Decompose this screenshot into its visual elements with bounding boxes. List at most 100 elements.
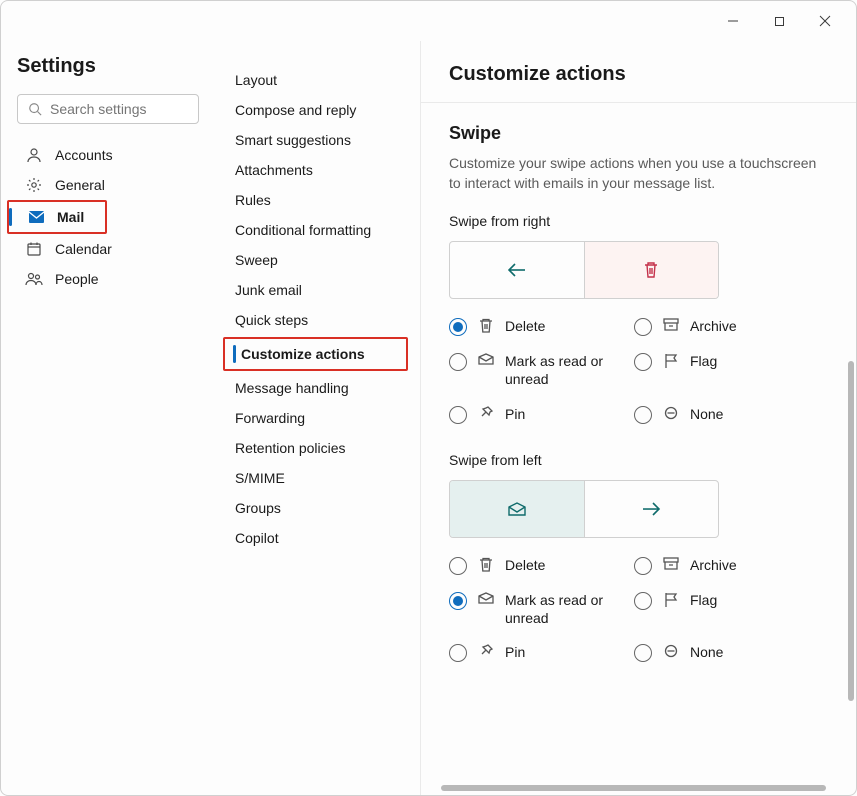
trash-icon xyxy=(477,318,495,334)
subnav-customize-actions[interactable]: Customize actions xyxy=(225,339,381,369)
subnav-layout[interactable]: Layout xyxy=(219,65,412,95)
none-icon xyxy=(662,644,680,658)
pin-icon xyxy=(477,644,495,658)
swipe-right-label: Swipe from right xyxy=(449,213,828,229)
person-icon xyxy=(25,147,43,163)
sidebar-item-accounts[interactable]: Accounts xyxy=(17,140,199,170)
subnav-retention-policies[interactable]: Retention policies xyxy=(219,433,412,463)
subnav-groups[interactable]: Groups xyxy=(219,493,412,523)
sidebar-item-people[interactable]: People xyxy=(17,264,199,294)
arrow-right-icon xyxy=(584,481,719,537)
swipe-right-preview xyxy=(449,241,719,299)
option-label: Pin xyxy=(505,643,525,661)
swipe-left-mark[interactable]: Mark as read or unread xyxy=(449,591,624,627)
swipe-left-archive[interactable]: Archive xyxy=(634,556,809,575)
option-label: Delete xyxy=(505,556,545,574)
arrow-left-icon xyxy=(450,242,584,298)
subnav-forwarding[interactable]: Forwarding xyxy=(219,403,412,433)
radio-icon xyxy=(449,644,467,662)
swipe-right-mark[interactable]: Mark as read or unread xyxy=(449,352,624,388)
main-panel: Customize actions Swipe Customize your s… xyxy=(421,41,856,795)
settings-sidebar: Settings Accounts General Mail xyxy=(1,41,211,795)
swipe-right-archive[interactable]: Archive xyxy=(634,317,809,336)
sidebar-item-calendar[interactable]: Calendar xyxy=(17,234,199,264)
sidebar-item-label: General xyxy=(55,177,105,193)
subnav-copilot[interactable]: Copilot xyxy=(219,523,412,553)
calendar-icon xyxy=(25,241,43,257)
envelope-preview-icon xyxy=(450,481,584,537)
sidebar-item-label: Accounts xyxy=(55,147,113,163)
pin-icon xyxy=(477,406,495,420)
radio-icon xyxy=(634,644,652,662)
option-label: Flag xyxy=(690,352,717,370)
swipe-heading: Swipe xyxy=(449,123,828,144)
subnav-conditional-formatting[interactable]: Conditional formatting xyxy=(219,215,412,245)
envelope-icon xyxy=(477,592,495,604)
archive-icon xyxy=(662,557,680,571)
window-maximize-button[interactable] xyxy=(756,5,802,37)
page-title: Customize actions xyxy=(421,41,856,103)
settings-title: Settings xyxy=(17,55,199,78)
flag-icon xyxy=(662,353,680,369)
swipe-left-label: Swipe from left xyxy=(449,452,828,468)
swipe-right-delete[interactable]: Delete xyxy=(449,317,624,336)
subnav-sweep[interactable]: Sweep xyxy=(219,245,412,275)
vertical-scrollbar[interactable] xyxy=(848,361,854,701)
radio-icon xyxy=(634,406,652,424)
subnav-smime[interactable]: S/MIME xyxy=(219,463,412,493)
delete-preview-icon xyxy=(584,242,719,298)
horizontal-scrollbar[interactable] xyxy=(441,785,826,791)
radio-icon xyxy=(449,406,467,424)
window-titlebar xyxy=(1,1,856,41)
subnav-compose-reply[interactable]: Compose and reply xyxy=(219,95,412,125)
subnav-rules[interactable]: Rules xyxy=(219,185,412,215)
radio-icon xyxy=(449,592,467,610)
gear-icon xyxy=(25,177,43,193)
swipe-description: Customize your swipe actions when you us… xyxy=(449,154,828,193)
flag-icon xyxy=(662,592,680,608)
sidebar-item-general[interactable]: General xyxy=(17,170,199,200)
option-label: Pin xyxy=(505,405,525,423)
subnav-attachments[interactable]: Attachments xyxy=(219,155,412,185)
radio-icon xyxy=(634,318,652,336)
radio-icon xyxy=(634,353,652,371)
radio-icon xyxy=(634,592,652,610)
subnav-quick-steps[interactable]: Quick steps xyxy=(219,305,412,335)
people-icon xyxy=(25,271,43,287)
search-settings-input[interactable] xyxy=(17,94,199,124)
option-label: Flag xyxy=(690,591,717,609)
option-label: Archive xyxy=(690,317,737,335)
mail-icon xyxy=(27,210,45,224)
option-label: None xyxy=(690,643,723,661)
window-close-button[interactable] xyxy=(802,5,848,37)
search-icon xyxy=(28,102,42,116)
swipe-left-pin[interactable]: Pin xyxy=(449,643,624,662)
swipe-left-preview xyxy=(449,480,719,538)
option-label: Archive xyxy=(690,556,737,574)
swipe-right-options: Delete Archive Mark as read or unread Fl… xyxy=(449,317,809,423)
sidebar-item-label: People xyxy=(55,271,99,287)
swipe-left-none[interactable]: None xyxy=(634,643,809,662)
sidebar-item-label: Calendar xyxy=(55,241,112,257)
radio-icon xyxy=(449,557,467,575)
subnav-junk-email[interactable]: Junk email xyxy=(219,275,412,305)
swipe-right-flag[interactable]: Flag xyxy=(634,352,809,388)
swipe-right-pin[interactable]: Pin xyxy=(449,405,624,424)
radio-icon xyxy=(634,557,652,575)
envelope-icon xyxy=(477,353,495,365)
window-minimize-button[interactable] xyxy=(710,5,756,37)
option-label: Mark as read or unread xyxy=(505,591,624,627)
archive-icon xyxy=(662,318,680,332)
none-icon xyxy=(662,406,680,420)
sidebar-item-mail[interactable]: Mail xyxy=(7,200,107,234)
swipe-left-delete[interactable]: Delete xyxy=(449,556,624,575)
subnav-smart-suggestions[interactable]: Smart suggestions xyxy=(219,125,412,155)
radio-icon xyxy=(449,318,467,336)
search-field[interactable] xyxy=(50,101,231,117)
subnav-message-handling[interactable]: Message handling xyxy=(219,373,412,403)
option-label: Delete xyxy=(505,317,545,335)
radio-icon xyxy=(449,353,467,371)
option-label: None xyxy=(690,405,723,423)
swipe-right-none[interactable]: None xyxy=(634,405,809,424)
swipe-left-flag[interactable]: Flag xyxy=(634,591,809,627)
